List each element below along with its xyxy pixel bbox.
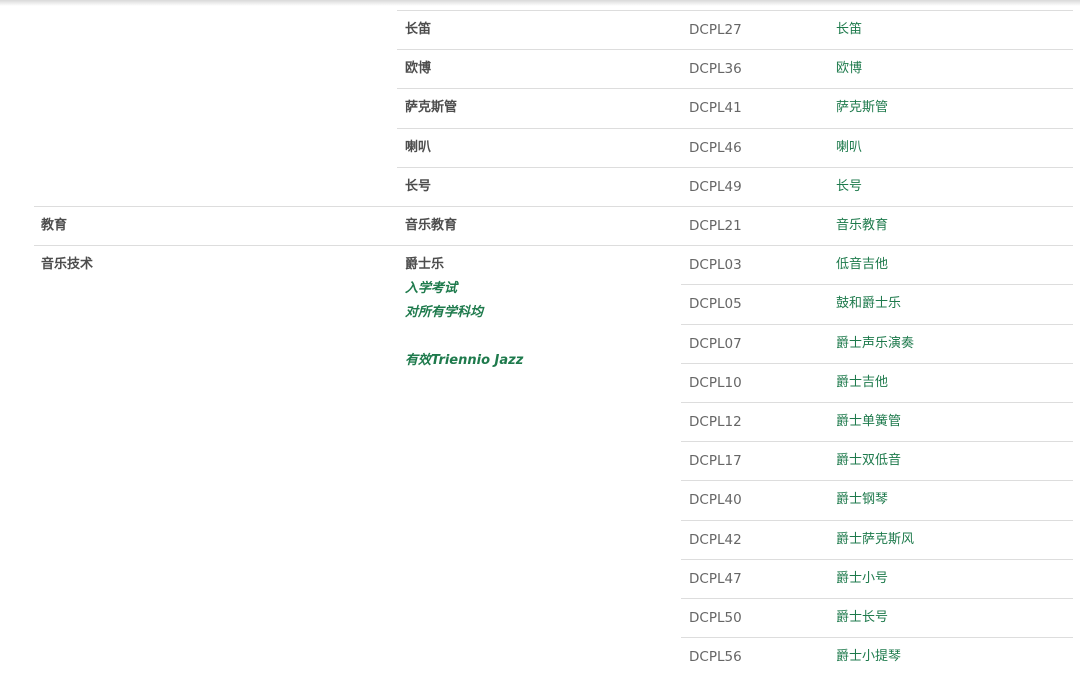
row-divider-sub bbox=[681, 637, 1073, 638]
course-code: DCPL49 bbox=[689, 179, 742, 195]
course-code: DCPL17 bbox=[689, 453, 742, 469]
row-divider-sub bbox=[681, 402, 1073, 403]
course-code: DCPL12 bbox=[689, 414, 742, 430]
course-link[interactable]: 鼓和爵士乐 bbox=[836, 296, 901, 312]
row-divider-sub bbox=[681, 559, 1073, 560]
course-link[interactable]: 爵士声乐演奏 bbox=[836, 336, 914, 352]
course-code: DCPL36 bbox=[689, 61, 742, 77]
jazz-note: 有效Triennio Jazz bbox=[405, 353, 524, 368]
course-link[interactable]: 爵士钢琴 bbox=[836, 492, 888, 508]
row-divider-full bbox=[34, 245, 1073, 246]
course-link[interactable]: 爵士吉他 bbox=[836, 375, 888, 391]
row-divider-sub bbox=[681, 441, 1073, 442]
row-divider-sub bbox=[681, 598, 1073, 599]
jazz-note: 入学考试 bbox=[405, 281, 458, 296]
course-link[interactable]: 爵士小号 bbox=[836, 571, 888, 587]
course-name: 音乐教育 bbox=[405, 218, 458, 233]
row-divider-sub bbox=[681, 284, 1073, 285]
course-code: DCPL21 bbox=[689, 218, 742, 234]
row-divider-full bbox=[34, 206, 1073, 207]
course-code: DCPL07 bbox=[689, 336, 742, 352]
jazz-note: 对所有学科均 bbox=[405, 305, 484, 320]
course-link[interactable]: 萨克斯管 bbox=[836, 100, 888, 116]
course-code: DCPL56 bbox=[689, 649, 742, 665]
course-code: DCPL50 bbox=[689, 610, 742, 626]
row-divider-sub bbox=[681, 520, 1073, 521]
course-link[interactable]: 爵士萨克斯风 bbox=[836, 532, 914, 548]
course-link[interactable]: 长笛 bbox=[836, 22, 862, 38]
course-name: 喇叭 bbox=[405, 140, 432, 155]
course-name: 爵士乐 bbox=[405, 257, 445, 272]
row-divider-sub bbox=[681, 480, 1073, 481]
course-code: DCPL27 bbox=[689, 22, 742, 38]
row-divider-sub bbox=[681, 324, 1073, 325]
course-code: DCPL42 bbox=[689, 532, 742, 548]
course-name: 长号 bbox=[405, 179, 432, 194]
course-code: DCPL03 bbox=[689, 257, 742, 273]
course-link[interactable]: 爵士双低音 bbox=[836, 453, 901, 469]
course-code: DCPL05 bbox=[689, 296, 742, 312]
course-code: DCPL47 bbox=[689, 571, 742, 587]
course-code: DCPL10 bbox=[689, 375, 742, 391]
course-code: DCPL46 bbox=[689, 140, 742, 156]
row-divider bbox=[397, 167, 1073, 168]
row-divider-sub bbox=[681, 363, 1073, 364]
course-link[interactable]: 长号 bbox=[836, 179, 862, 195]
course-code: DCPL40 bbox=[689, 492, 742, 508]
course-name: 欧博 bbox=[405, 61, 432, 76]
row-divider bbox=[397, 49, 1073, 50]
course-name: 长笛 bbox=[405, 22, 432, 37]
course-name: 萨克斯管 bbox=[405, 100, 458, 115]
course-code: DCPL41 bbox=[689, 100, 742, 116]
course-link[interactable]: 爵士小提琴 bbox=[836, 649, 901, 665]
table-top-border bbox=[397, 10, 1073, 11]
course-link[interactable]: 音乐教育 bbox=[836, 218, 888, 234]
group-label: 音乐技术 bbox=[41, 257, 94, 272]
course-link[interactable]: 爵士单簧管 bbox=[836, 414, 901, 430]
row-divider bbox=[397, 128, 1073, 129]
course-link[interactable]: 欧博 bbox=[836, 61, 862, 77]
course-link[interactable]: 低音吉他 bbox=[836, 257, 888, 273]
group-label: 教育 bbox=[41, 218, 68, 233]
row-divider bbox=[397, 88, 1073, 89]
top-shadow bbox=[0, 0, 1080, 6]
course-link[interactable]: 喇叭 bbox=[836, 140, 862, 156]
course-link[interactable]: 爵士长号 bbox=[836, 610, 888, 626]
